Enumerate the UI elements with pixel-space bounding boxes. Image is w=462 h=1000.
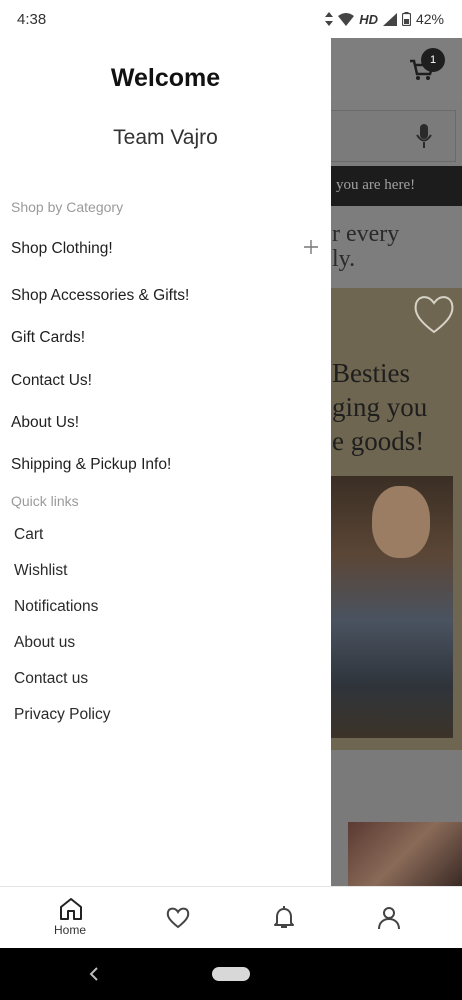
category-accessories-gifts[interactable]: Shop Accessories & Gifts! [11, 287, 189, 305]
quick-link-about-us[interactable]: About us [14, 634, 75, 652]
nav-account[interactable] [348, 887, 428, 949]
hero-photo-detail [372, 486, 430, 558]
shop-by-category-heading: Shop by Category [11, 199, 124, 215]
background-tagline: r every ly. [332, 222, 399, 272]
quick-link-contact-us[interactable]: Contact us [14, 670, 88, 688]
category-shipping-pickup[interactable]: Shipping & Pickup Info! [11, 456, 171, 474]
category-shop-clothing[interactable]: Shop Clothing! [11, 240, 113, 258]
quick-link-privacy-policy[interactable]: Privacy Policy [14, 706, 110, 724]
data-arrows-icon [325, 12, 334, 26]
hero-line: Besties [332, 358, 410, 388]
network-type: HD [359, 11, 378, 27]
hero-line: e goods! [332, 426, 425, 456]
battery-icon [401, 12, 411, 26]
hero-panel-text: Besties ging you e goods! [332, 356, 427, 458]
signal-icon [382, 12, 397, 26]
status-time: 4:38 [17, 11, 47, 28]
wifi-icon [338, 12, 355, 26]
system-navigation-bar [0, 948, 462, 1000]
status-icons: HD 42% [325, 11, 444, 27]
heart-outline-icon [414, 296, 454, 334]
nav-home-label: Home [53, 923, 86, 937]
nav-wishlist[interactable] [137, 887, 217, 949]
nav-home[interactable]: Home [30, 887, 110, 949]
tagline-line: ly. [332, 246, 356, 272]
drawer-welcome-title: Welcome [110, 64, 221, 92]
battery-level: 42% [415, 11, 444, 27]
announcement-text: you are here! [336, 177, 416, 193]
nav-notifications[interactable] [243, 887, 323, 949]
navigation-drawer: Welcome Team Vajro Shop by Category Shop… [0, 38, 331, 886]
plus-icon[interactable] [301, 237, 321, 257]
product-thumbnail [348, 822, 462, 886]
home-pill[interactable] [212, 967, 250, 981]
category-gift-cards[interactable]: Gift Cards! [11, 329, 85, 347]
hero-line: ging you [332, 392, 428, 422]
quick-links-heading: Quick links [11, 493, 79, 509]
back-icon[interactable] [84, 964, 104, 984]
category-contact-us[interactable]: Contact Us! [11, 372, 92, 390]
mic-icon [416, 124, 432, 148]
drawer-store-name: Team Vajro [113, 126, 218, 149]
user-icon [378, 907, 400, 930]
bell-icon [274, 906, 294, 928]
home-icon [60, 898, 82, 920]
cart-badge: 1 [421, 48, 445, 72]
tagline-line: r every [332, 221, 400, 247]
category-about-us[interactable]: About Us! [11, 414, 79, 432]
heart-icon [166, 907, 190, 929]
status-bar: 4:38 HD 42% [0, 0, 462, 38]
bottom-navigation: Home [0, 886, 462, 948]
quick-link-notifications[interactable]: Notifications [14, 598, 98, 616]
quick-link-cart[interactable]: Cart [14, 526, 43, 544]
quick-link-wishlist[interactable]: Wishlist [14, 562, 67, 580]
